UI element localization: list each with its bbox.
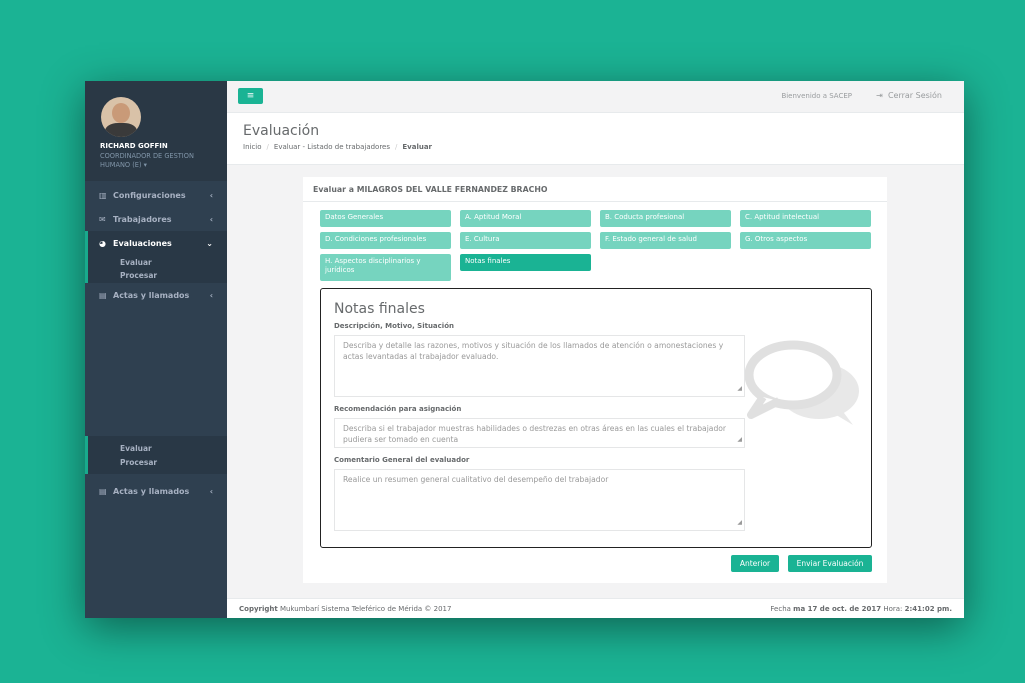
box-title: Evaluar a MILAGROS DEL VALLE FERNANDEZ B… <box>303 177 887 202</box>
breadcrumb-current: Evaluar <box>402 143 433 151</box>
tab-aspectos-disciplinarios[interactable]: H. Aspectos disciplinarios y jurídicos <box>320 254 451 281</box>
panel-heading: Notas finales <box>334 301 425 317</box>
chevron-left-icon: ‹ <box>209 190 213 200</box>
resize-handle-icon[interactable]: ◢ <box>737 383 742 394</box>
comments-icon <box>744 340 859 425</box>
tab-datos-generales[interactable]: Datos Generales <box>320 210 451 227</box>
sidebar-item-configuraciones[interactable]: ▥ Configuraciones ‹ <box>85 183 227 207</box>
welcome-text: Bienvenido a SACEP <box>781 92 852 100</box>
avatar <box>101 97 141 137</box>
tab-cultura[interactable]: E. Cultura <box>460 232 591 249</box>
sidebar-submenu-secondary: Evaluar Procesar <box>85 436 227 474</box>
sidebar-item-actas[interactable]: ▤ Actas y llamados ‹ <box>85 283 227 307</box>
tab-aptitud-moral[interactable]: A. Aptitud Moral <box>460 210 591 227</box>
sidebar-subitem-procesar[interactable]: Procesar <box>88 269 227 283</box>
sidebar-subitem-procesar[interactable]: Procesar <box>88 455 227 469</box>
tab-otros-aspectos[interactable]: G. Otros aspectos <box>740 232 871 249</box>
sign-out-icon: ⇥ <box>876 91 883 100</box>
chevron-left-icon: ‹ <box>209 214 213 224</box>
footer-date: Fecha ma 17 de oct. de 2017 Hora: 2:41:0… <box>770 605 952 613</box>
page-heading: Evaluación Inicio / Evaluar - Listado de t… <box>227 113 964 165</box>
footer: Copyright Mukumbarí Sistema Teleférico d… <box>227 598 964 618</box>
file-icon: ▤ <box>99 486 107 496</box>
breadcrumb-list[interactable]: Evaluar - Listado de trabajadores <box>274 143 390 151</box>
sidebar-subitem-evaluar[interactable]: Evaluar <box>88 255 227 269</box>
anterior-button[interactable]: Anterior <box>731 555 779 572</box>
label-descripcion: Descripción, Motivo, Situación <box>334 322 454 330</box>
sidebar-submenu: Evaluar Procesar <box>85 255 227 283</box>
file-icon: ▤ <box>99 290 107 300</box>
sidebar-item-actas-secondary[interactable]: ▤ Actas y llamados ‹ <box>85 479 227 503</box>
enviar-evaluacion-button[interactable]: Enviar Evaluación <box>788 555 872 572</box>
top-navbar: ≡ Bienvenido a SACEP ⇥ Cerrar Sesión <box>227 81 964 113</box>
logout-link[interactable]: ⇥ Cerrar Sesión <box>876 91 942 100</box>
envelope-icon: ✉ <box>99 214 106 224</box>
descripcion-textarea[interactable]: Describa y detalle las razones, motivos … <box>334 335 745 397</box>
resize-handle-icon[interactable]: ◢ <box>737 434 742 445</box>
resize-handle-icon[interactable]: ◢ <box>737 517 742 528</box>
tab-aptitud-intelectual[interactable]: C. Aptitud intelectual <box>740 210 871 227</box>
profile-role[interactable]: COORDINADOR DE GESTION HUMANO (E) ▾ <box>100 152 227 170</box>
tab-estado-salud[interactable]: F. Estado general de salud <box>600 232 731 249</box>
breadcrumb: Inicio / Evaluar - Listado de trabajadores… <box>243 143 433 151</box>
tab-condiciones-profesionales[interactable]: D. Condiciones profesionales <box>320 232 451 249</box>
chart-icon: ▥ <box>99 190 107 200</box>
page-title: Evaluación <box>243 123 320 139</box>
label-comentario: Comentario General del evaluador <box>334 456 470 464</box>
evaluation-box: Evaluar a MILAGROS DEL VALLE FERNANDEZ B… <box>303 177 887 583</box>
notas-finales-panel: Notas finales Descripción, Motivo, Situa… <box>320 288 872 548</box>
sidebar-subitem-evaluar[interactable]: Evaluar <box>88 441 227 455</box>
label-recomendacion: Recomendación para asignación <box>334 405 462 413</box>
comentario-textarea[interactable]: Realice un resumen general cualitativo d… <box>334 469 745 531</box>
sidebar: RICHARD GOFFIN COORDINADOR DE GESTION HU… <box>85 81 227 618</box>
profile-name: RICHARD GOFFIN <box>100 142 168 150</box>
pie-icon: ◕ <box>99 238 106 248</box>
profile: RICHARD GOFFIN COORDINADOR DE GESTION HU… <box>85 81 227 181</box>
sidebar-item-evaluaciones[interactable]: ◕ Evaluaciones ⌄ <box>85 231 227 255</box>
chevron-left-icon: ‹ <box>209 486 213 496</box>
tab-conducta-profesional[interactable]: B. Coducta profesional <box>600 210 731 227</box>
recomendacion-textarea[interactable]: Describa si el trabajador muestras habil… <box>334 418 745 448</box>
chevron-down-icon: ⌄ <box>206 238 213 248</box>
menu-toggle-button[interactable]: ≡ <box>238 88 263 104</box>
tab-notas-finales[interactable]: Notas finales <box>460 254 591 271</box>
sidebar-item-trabajadores[interactable]: ✉ Trabajadores ‹ <box>85 207 227 231</box>
breadcrumb-home[interactable]: Inicio <box>243 143 262 151</box>
app-window: RICHARD GOFFIN COORDINADOR DE GESTION HU… <box>85 81 964 618</box>
chevron-left-icon: ‹ <box>209 290 213 300</box>
